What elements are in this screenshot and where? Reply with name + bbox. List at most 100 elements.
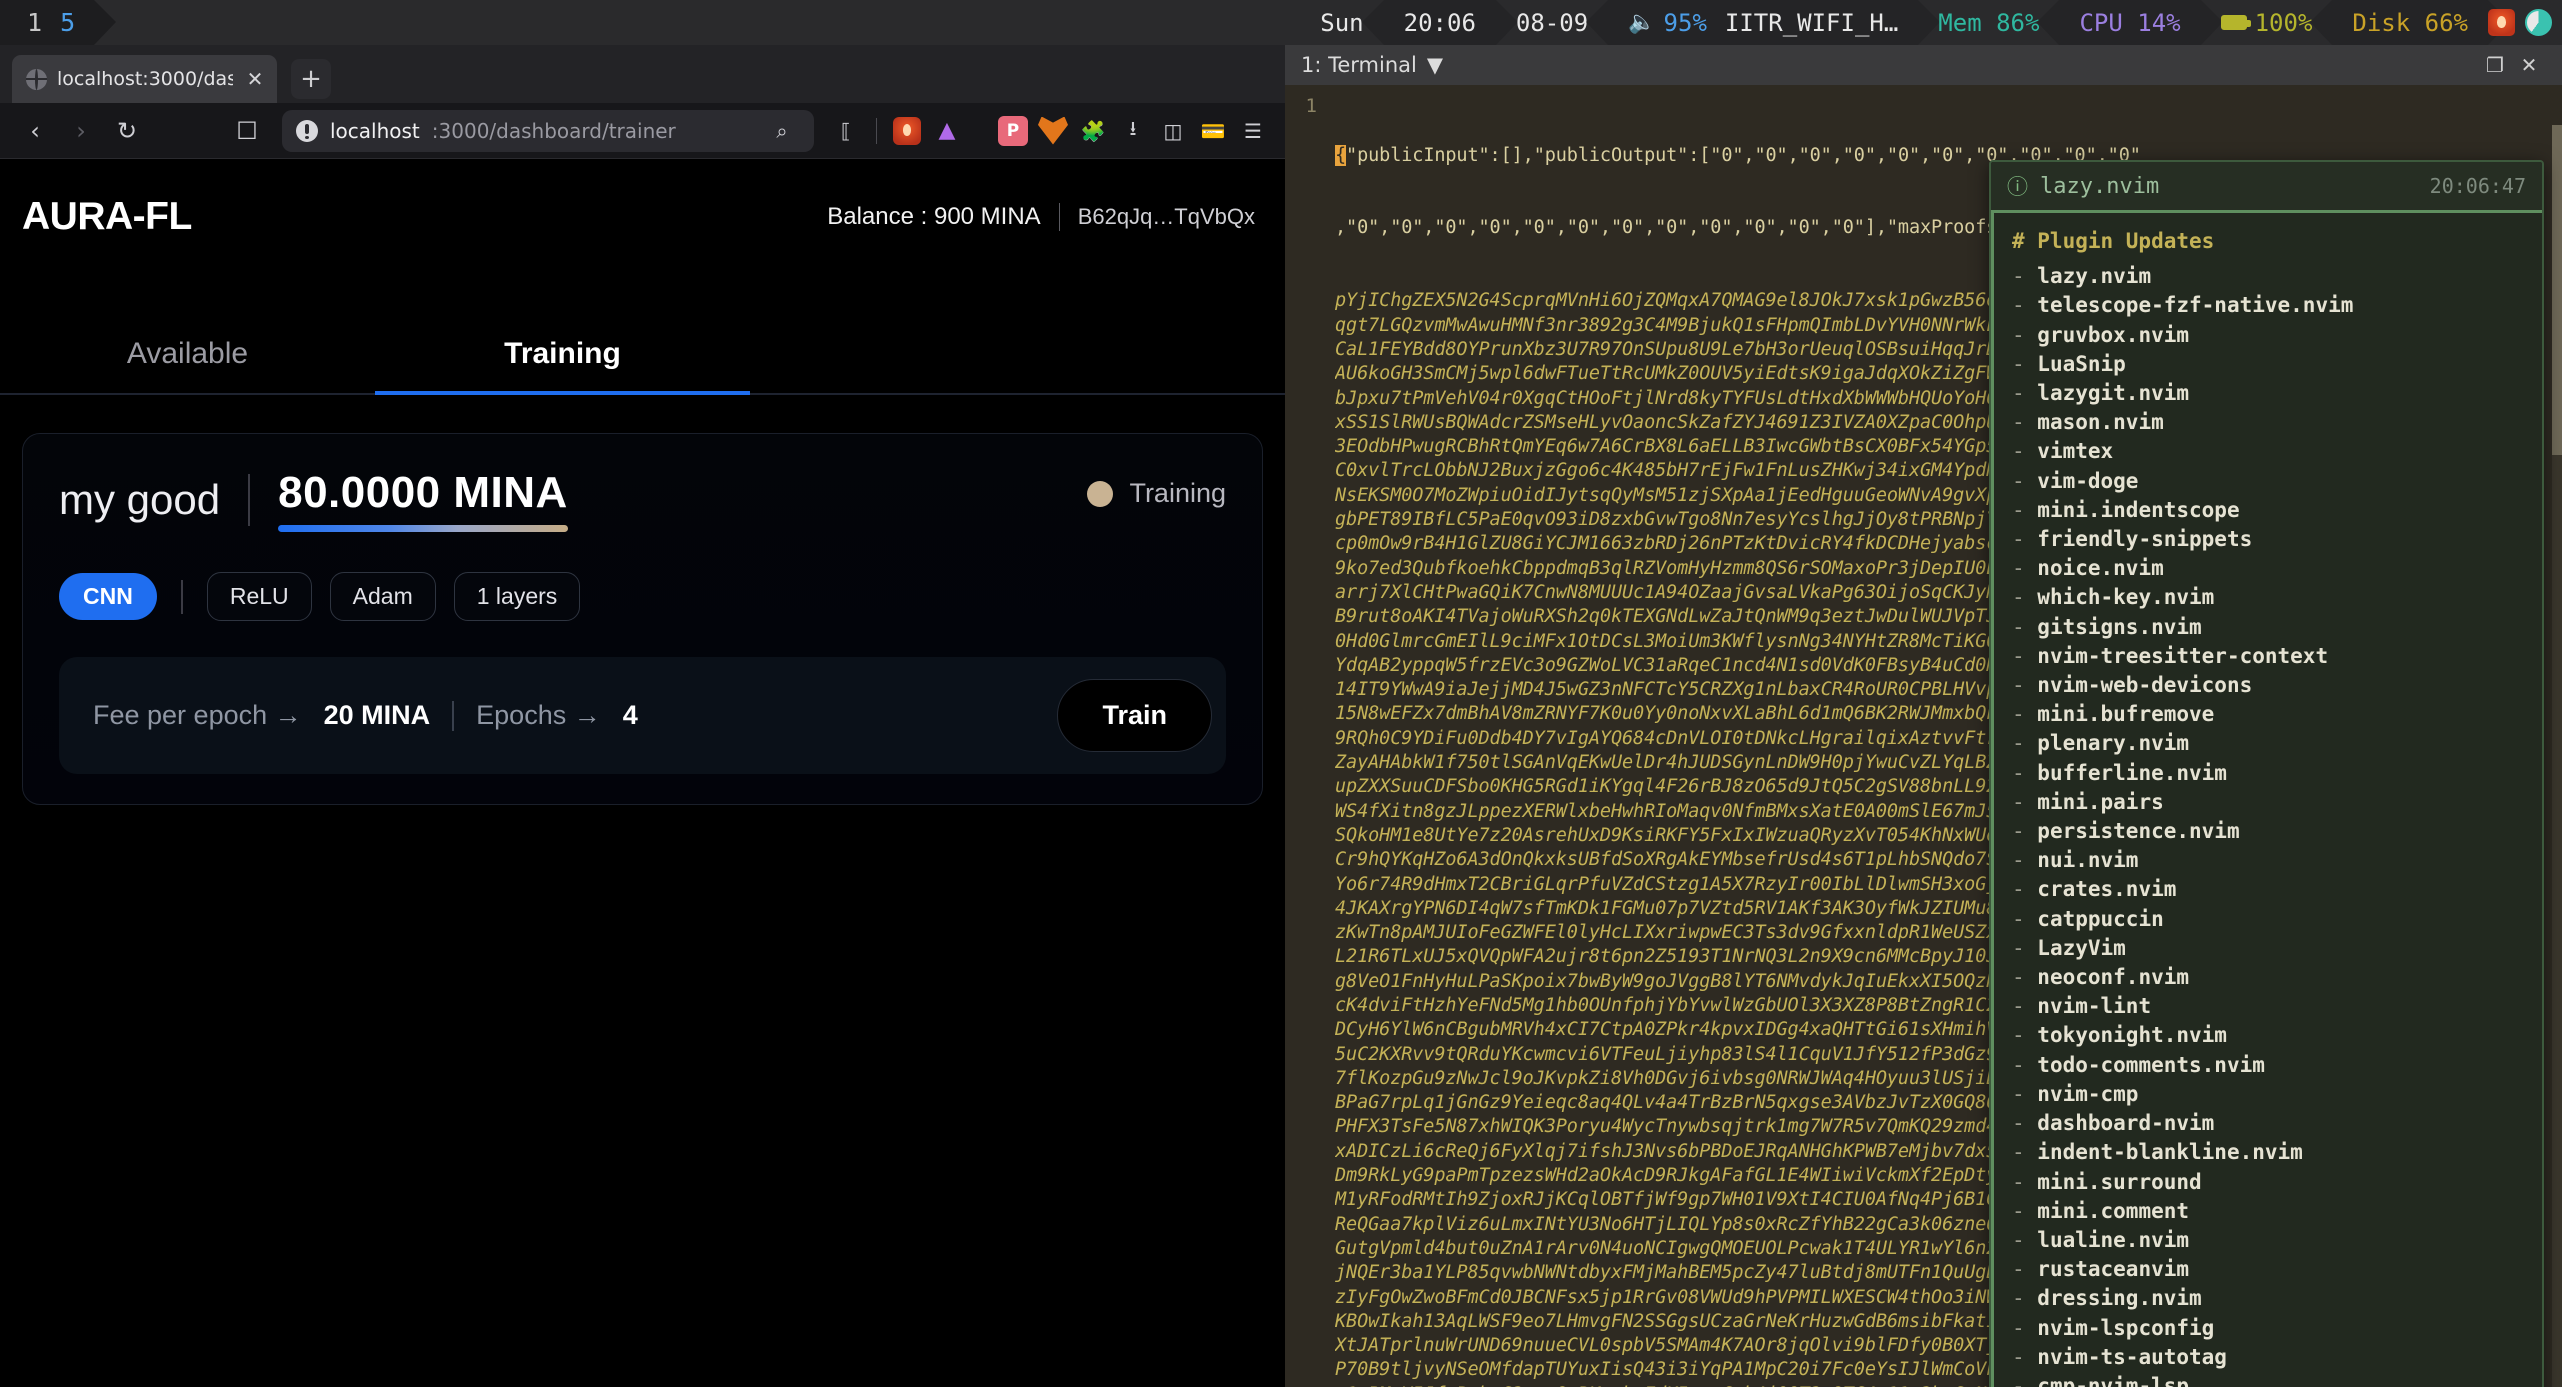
forward-button[interactable]: › [60,110,102,152]
plugin-name: mini.pairs [2037,789,2164,814]
wallet-address[interactable]: B62qJq…TqVbQx [1078,204,1255,230]
metamask-icon[interactable] [1035,113,1071,149]
network-volume-segment[interactable]: 🔈 95% IITR_WIFI_H… [1586,0,1941,45]
workspace-5[interactable]: 5 [51,8,84,37]
plugin-name: nvim-web-devicons [2037,673,2253,698]
train-button[interactable]: Train [1057,679,1212,752]
plugin-list-item: - mini.bufremove [1994,700,2542,729]
wifi-ssid: IITR_WIFI_H… [1724,8,1899,37]
plugin-list-item: - LazyVim [1994,934,2542,963]
list-bullet-icon: - [2012,1081,2038,1106]
tab-training[interactable]: Training [375,319,750,395]
plugin-list-item: - nvim-treesitter-context [1994,642,2542,671]
puzzle-icon[interactable]: 🧩 [1075,113,1111,149]
plugin-list-item: - catppuccin [1994,905,2542,934]
brave-shield-icon[interactable] [889,113,925,149]
brave-tray-icon[interactable] [2488,9,2515,36]
notification-timestamp: 20:06:47 [2429,174,2526,198]
plugin-list-item: - plenary.nvim [1994,729,2542,758]
pocket-icon[interactable]: P [995,113,1031,149]
fee-per-epoch-value: 20 MINA [323,700,431,730]
list-bullet-icon: - [2012,293,2038,318]
wallet-icon[interactable]: 💳 [1195,113,1231,149]
list-bullet-icon: - [2012,264,2038,289]
volume-icon: 🔈 [1628,10,1656,35]
reload-button[interactable]: ↻ [106,110,148,152]
list-bullet-icon: - [2012,1111,2038,1136]
plugin-list-item: - todo-comments.nvim [1994,1051,2542,1080]
browser-window: localhost:3000/dashboard/t ✕ + ‹ › ↻ ☐ l… [0,45,1285,1387]
back-button[interactable]: ‹ [14,110,56,152]
workspace-1[interactable]: 1 [18,8,51,37]
workspace-indicator-group[interactable]: 1 5 [0,0,117,45]
wallet-divider [1058,203,1060,231]
terminal-title-group[interactable]: 1: Terminal ▼ [1301,53,1443,77]
close-icon[interactable]: ✕ [243,67,267,91]
status-dot-icon [1087,480,1114,507]
plugin-list-item: - mini.indentscope [1994,496,2542,525]
list-bullet-icon: - [2012,935,2038,960]
disk-value: Disk 66% [2352,8,2468,37]
plugin-list-item: - lazy.nvim [1994,262,2542,291]
list-bullet-icon: - [2012,1257,2038,1282]
plugin-list-item: - noice.nvim [1994,554,2542,583]
browser-navigation-bar: ‹ › ↻ ☐ localhost :3000/dashboard/trainer… [0,103,1285,159]
plugin-list-item: - lualine.nvim [1994,1226,2542,1255]
cpu-segment: CPU 14% [2037,0,2223,45]
system-tray[interactable] [2488,9,2562,36]
scrollbar-thumb[interactable] [2552,125,2562,455]
plugin-list-item: - mini.comment [1994,1197,2542,1226]
close-icon[interactable]: ✕ [2512,53,2546,77]
plugin-list-item: - bufferline.nvim [1994,759,2542,788]
training-job-card: my good 80.0000 MINA Training CNN ReLU A… [22,433,1263,805]
zoom-in-icon[interactable]: ⌕ [764,113,800,149]
plugin-name: noice.nvim [2037,556,2164,581]
plugin-name: plenary.nvim [2037,731,2190,756]
list-bullet-icon: - [2012,1023,2038,1048]
address-bar[interactable]: localhost :3000/dashboard/trainer ⌕ [282,109,814,152]
plugin-list-item: - crates.nvim [1994,875,2542,904]
terminal-title: 1: Terminal [1301,53,1417,77]
downloads-icon[interactable]: ⭳ [1115,113,1151,149]
plugin-name: todo-comments.nvim [2037,1052,2265,1077]
lazy-nvim-notification[interactable]: ⓘ lazy.nvim 20:06:47 # Plugin Updates - … [1989,160,2544,1387]
tab-available[interactable]: Available [0,319,375,393]
restore-icon[interactable]: ❐ [2478,53,2512,77]
plugin-name: mini.comment [2037,1198,2190,1223]
terminal-scrollbar[interactable] [2552,125,2562,1387]
plugin-name: telescope-fzf-native.nvim [2037,293,2354,318]
plugin-list-item: - LuaSnip [1994,350,2542,379]
chevron-down-icon[interactable]: ▼ [1427,53,1443,77]
list-bullet-icon: - [2012,819,2038,844]
sync-tray-icon[interactable] [2525,9,2552,36]
menu-icon[interactable]: ☰ [1235,113,1271,149]
list-bullet-icon: - [2012,1140,2038,1165]
list-bullet-icon: - [2012,1373,2038,1387]
share-icon[interactable]: ⟦ [828,113,864,149]
terminal-cursor: { [1335,144,1347,166]
list-bullet-icon: - [2012,439,2038,464]
terminal-content[interactable]: 1 {"publicInput":[],"publicOutput":["0",… [1285,85,2562,1387]
sidebar-icon[interactable]: ◫ [1155,113,1191,149]
list-bullet-icon: - [2012,994,2038,1019]
browser-tab[interactable]: localhost:3000/dashboard/t ✕ [12,55,277,103]
new-tab-button[interactable]: + [291,59,331,99]
plugin-list-item: - nvim-cmp [1994,1080,2542,1109]
leo-ai-icon[interactable]: ▲ [929,113,965,149]
list-bullet-icon: - [2012,1227,2038,1252]
site-info-icon[interactable] [296,119,318,142]
url-host: localhost [330,118,420,143]
plugin-list-item: - nvim-web-devicons [1994,671,2542,700]
list-bullet-icon: - [2012,1198,2038,1223]
plugin-name: vimtex [2037,439,2114,464]
plugin-list-item: - nvim-lint [1994,992,2542,1021]
bookmark-icon[interactable]: ☐ [226,110,268,152]
browser-tab-strip: localhost:3000/dashboard/t ✕ + [0,45,1285,103]
plugin-name: lualine.nvim [2037,1227,2190,1252]
plugin-list-item: - nui.nvim [1994,846,2542,875]
plugin-name: friendly-snippets [2037,527,2253,552]
url-path: :3000/dashboard/trainer [431,118,676,143]
browser-tab-title: localhost:3000/dashboard/t [57,68,233,90]
chip-architecture[interactable]: CNN [59,573,157,620]
plugin-name: gruvbox.nvim [2037,322,2190,347]
